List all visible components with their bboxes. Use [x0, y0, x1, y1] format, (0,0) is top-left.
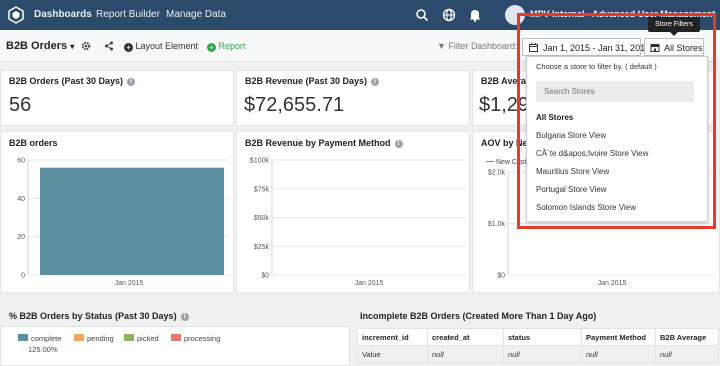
- legend-label: pending: [87, 334, 114, 343]
- status-section-title: % B2B Orders by Status (Past 30 Days) i: [9, 311, 189, 321]
- column-header[interactable]: Payment Method: [581, 328, 656, 346]
- table-row[interactable]: Value null null null null: [357, 345, 719, 363]
- y-tick-label: $25k: [254, 244, 270, 251]
- legend-swatch: [124, 334, 134, 341]
- legend-swatch: [18, 334, 28, 341]
- incomplete-section-title: Incomplete B2B Orders (Created More Than…: [360, 311, 597, 321]
- legend-swatch: [74, 334, 84, 341]
- legend-label: complete: [31, 334, 62, 343]
- y-tick-label: $1.0k: [488, 221, 506, 228]
- info-icon[interactable]: i: [180, 313, 189, 321]
- table-cell: null: [655, 345, 719, 363]
- bar: [40, 167, 224, 275]
- column-header[interactable]: B2B Average: [655, 328, 719, 346]
- y-tick-label: $100k: [250, 158, 270, 165]
- table-cell: null: [581, 345, 656, 363]
- column-header[interactable]: status: [503, 328, 582, 346]
- x-tick-label: Jan 2015: [115, 280, 144, 287]
- table-cell: Value: [357, 345, 428, 363]
- column-header[interactable]: created_at: [427, 328, 504, 346]
- legend-swatch: [171, 334, 181, 341]
- table-cell: null: [427, 345, 504, 363]
- legend-label: picked: [137, 334, 159, 343]
- incomplete-orders-table: increment_id created_at status Payment M…: [357, 328, 719, 363]
- y-tick-label: 40: [17, 196, 25, 203]
- y-tick-label: $0: [261, 273, 269, 280]
- y-tick-label: $2.0k: [488, 170, 506, 177]
- highlight-box: [517, 13, 716, 229]
- y-tick-label: $0: [497, 273, 505, 280]
- x-tick-label: Jan 2015: [355, 280, 384, 287]
- x-tick-label: Jan 2015: [598, 280, 627, 287]
- y-tick-label: $50k: [254, 215, 270, 222]
- table-cell: null: [503, 345, 582, 363]
- y-tick-label: $75k: [254, 186, 270, 193]
- legend-label: processing: [184, 334, 221, 343]
- y-tick-label: 0: [21, 273, 25, 280]
- y-axis-top-label: 125.00%: [28, 345, 58, 354]
- column-header[interactable]: increment_id: [357, 328, 428, 346]
- y-tick-label: 60: [17, 158, 25, 165]
- table-header-row: increment_id created_at status Payment M…: [357, 328, 719, 346]
- y-tick-label: 20: [17, 234, 25, 241]
